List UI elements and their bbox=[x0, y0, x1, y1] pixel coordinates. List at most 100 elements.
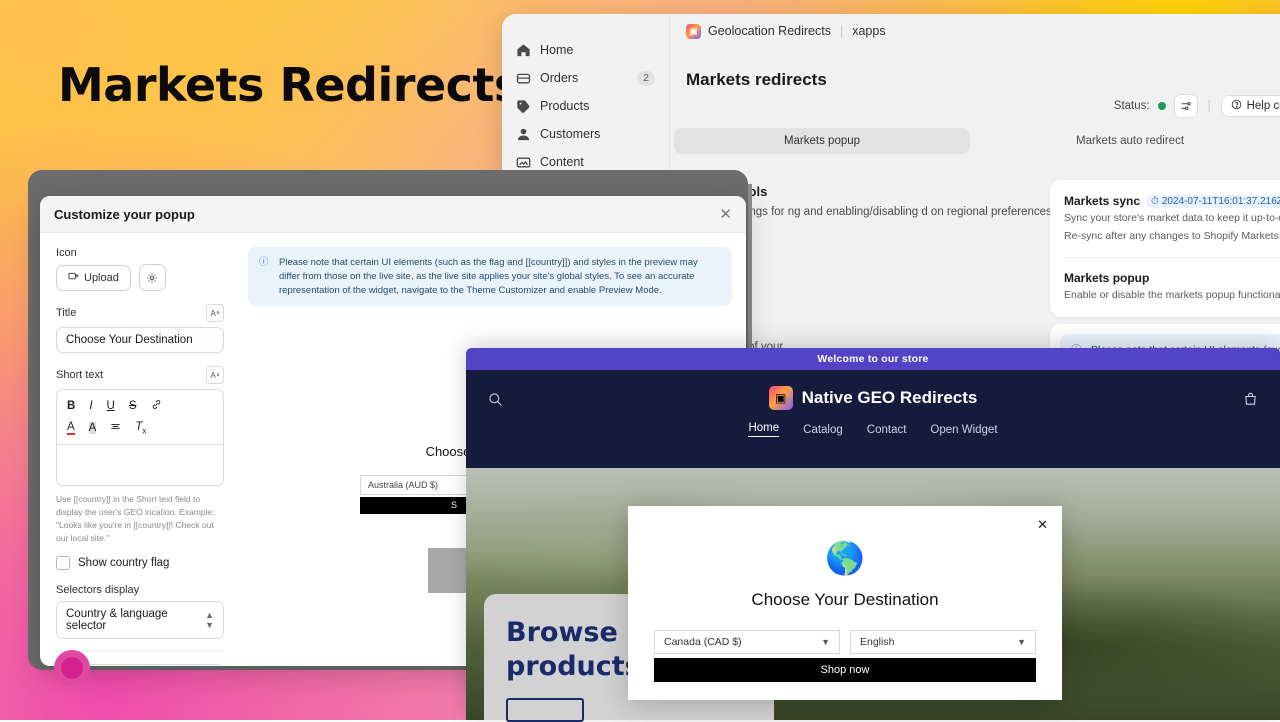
sidebar-item-customers[interactable]: Customers bbox=[502, 120, 669, 148]
cart-icon[interactable] bbox=[1243, 392, 1258, 412]
markets-settings-card: Markets sync ⏱ 2024-07-11T16:01:37.216Z … bbox=[1050, 180, 1280, 317]
sidebar-item-label: Orders bbox=[540, 71, 578, 85]
selectors-display-value: Country & language selector bbox=[66, 608, 205, 632]
translate-icon[interactable]: A ᵃ bbox=[206, 366, 224, 384]
help-icon bbox=[1231, 99, 1242, 113]
help-center-label: Help cen bbox=[1247, 100, 1280, 112]
show-country-flag-row[interactable]: Show country flag bbox=[56, 556, 224, 570]
toolbar-divider: | bbox=[1208, 100, 1211, 112]
browse-heading: Browse o products bbox=[506, 616, 646, 684]
link-icon[interactable] bbox=[151, 399, 162, 413]
breadcrumb: ▣ Geolocation Redirects | xapps bbox=[670, 14, 1280, 48]
nav-item-home[interactable]: Home bbox=[748, 422, 779, 437]
gear-icon[interactable] bbox=[139, 264, 166, 291]
breadcrumb-separator: | bbox=[840, 24, 843, 38]
geo-widget-modal: ✕ 🌎 Choose Your Destination Canada (CAD … bbox=[628, 506, 1062, 700]
info-icon: ⓘ bbox=[259, 256, 271, 297]
close-icon[interactable]: ✕ bbox=[1037, 517, 1048, 533]
products-icon bbox=[516, 99, 531, 114]
admin-main: ▣ Geolocation Redirects | xapps Markets … bbox=[670, 14, 1280, 386]
translate-icon[interactable]: A ᵃ bbox=[206, 304, 224, 322]
preview-note-text: Please note that certain UI elements (su… bbox=[279, 256, 721, 297]
page-title: Markets Redirects bbox=[58, 58, 521, 112]
text-color-icon[interactable]: A bbox=[67, 421, 75, 435]
decorative-circle bbox=[54, 650, 90, 686]
app-icon: ▣ bbox=[769, 386, 793, 410]
strikethrough-icon[interactable]: S bbox=[129, 400, 137, 412]
globe-icon: 🌎 bbox=[628, 542, 1062, 574]
nav-item-catalog[interactable]: Catalog bbox=[803, 424, 843, 436]
short-text-hint: Use [[country]] in the Short text field … bbox=[56, 493, 224, 544]
last-sync-timestamp: ⏱ 2024-07-11T16:01:37.216Z bbox=[1146, 195, 1280, 208]
app-icon: ▣ bbox=[686, 24, 701, 39]
announcement-bar: Welcome to our store bbox=[466, 348, 1280, 370]
customize-window-title: Customize your popup bbox=[54, 207, 195, 222]
customize-form: Icon Upload Title A ᵃ Choose Your Destin… bbox=[40, 233, 240, 666]
customize-window-header: Customize your popup ✕ bbox=[40, 196, 746, 233]
upload-icon bbox=[68, 271, 79, 285]
short-text-field-label: Short text bbox=[56, 369, 103, 381]
close-icon[interactable]: ✕ bbox=[719, 205, 732, 223]
short-text-editor[interactable]: B I U S A A Tx bbox=[56, 389, 224, 486]
rte-toolbar: B I U S A A Tx bbox=[57, 390, 223, 445]
widget-selectors: Canada (CAD $) ▼ English ▼ bbox=[654, 630, 1036, 654]
chevron-updown-icon: ▲▼ bbox=[205, 610, 214, 630]
markets-sync-desc-2: Re-sync after any changes to Shopify Mar… bbox=[1064, 229, 1280, 244]
storefront-logo[interactable]: ▣ Native GEO Redirects bbox=[466, 386, 1280, 410]
sidebar-item-products[interactable]: Products bbox=[502, 92, 669, 120]
customers-icon bbox=[516, 127, 531, 142]
sidebar-item-label: Content bbox=[540, 155, 584, 169]
align-icon[interactable] bbox=[110, 421, 121, 435]
help-center-button[interactable]: Help cen bbox=[1221, 95, 1280, 117]
bold-icon[interactable]: B bbox=[67, 400, 75, 412]
breadcrumb-store[interactable]: xapps bbox=[852, 24, 885, 38]
browse-cta-button[interactable] bbox=[506, 698, 584, 722]
nav-item-open-widget[interactable]: Open Widget bbox=[930, 424, 997, 436]
tab-markets-popup[interactable]: Markets popup bbox=[674, 128, 970, 154]
storefront-brand: Native GEO Redirects bbox=[802, 388, 978, 408]
upload-button[interactable]: Upload bbox=[56, 265, 131, 291]
tab-markets-auto-redirect[interactable]: Markets auto redirect bbox=[1076, 135, 1184, 147]
status-label: Status: bbox=[1114, 100, 1150, 112]
widget-title: Choose Your Destination bbox=[628, 590, 1062, 610]
storefront-nav: Home Catalog Contact Open Widget bbox=[466, 422, 1280, 437]
show-country-flag-label: Show country flag bbox=[78, 557, 169, 569]
highlight-color-icon[interactable]: A bbox=[89, 422, 97, 434]
language-select-value: English bbox=[860, 636, 894, 648]
status-badge bbox=[1158, 102, 1166, 110]
markets-sync-title: Markets sync ⏱ 2024-07-11T16:01:37.216Z bbox=[1064, 194, 1280, 208]
orders-badge: 2 bbox=[637, 71, 655, 86]
clock-icon: ⏱ bbox=[1151, 196, 1159, 207]
sidebar-item-home[interactable]: Home bbox=[502, 36, 669, 64]
italic-icon[interactable]: I bbox=[89, 400, 92, 412]
sidebar-item-orders[interactable]: Orders 2 bbox=[502, 64, 669, 92]
breadcrumb-app[interactable]: Geolocation Redirects bbox=[708, 24, 831, 38]
selectors-display-label: Selectors display bbox=[56, 584, 224, 596]
markets-sync-desc-1: Sync your store's market data to keep it… bbox=[1064, 211, 1280, 226]
shop-now-button[interactable]: Shop now bbox=[654, 658, 1036, 682]
icon-field-label: Icon bbox=[56, 247, 224, 259]
show-country-flag-checkbox[interactable] bbox=[56, 556, 70, 570]
markets-sync-row: Markets sync ⏱ 2024-07-11T16:01:37.216Z … bbox=[1064, 194, 1280, 258]
admin-page-title: Markets redirects bbox=[670, 70, 1280, 90]
title-input[interactable]: Choose Your Destination bbox=[56, 327, 224, 353]
title-field-label: Title bbox=[56, 307, 76, 319]
language-select[interactable]: English ▼ bbox=[850, 630, 1036, 654]
markets-popup-label: Markets popup bbox=[1064, 271, 1149, 285]
nav-item-contact[interactable]: Contact bbox=[867, 424, 907, 436]
clear-format-icon[interactable]: Tx bbox=[135, 421, 146, 435]
markets-popup-row: Markets popup Enable or disable the mark… bbox=[1064, 258, 1280, 316]
country-select[interactable]: Canada (CAD $) ▼ bbox=[654, 630, 840, 654]
orders-icon bbox=[516, 71, 531, 86]
admin-tabs: Markets popup Markets auto redirect bbox=[670, 128, 1280, 154]
sidebar-item-label: Home bbox=[540, 43, 573, 57]
content-icon bbox=[516, 155, 531, 170]
status-area: Status: | Help cen bbox=[1114, 94, 1280, 118]
underline-icon[interactable]: U bbox=[107, 400, 115, 412]
preview-note-banner: ⓘ Please note that certain UI elements (… bbox=[248, 247, 732, 306]
sidebar-item-label: Customers bbox=[540, 127, 600, 141]
short-text-input[interactable] bbox=[57, 445, 223, 485]
selectors-display-select[interactable]: Country & language selector ▲▼ bbox=[56, 601, 224, 639]
chevron-down-icon: ▼ bbox=[1017, 637, 1026, 647]
settings-sliders-icon[interactable] bbox=[1174, 94, 1198, 118]
